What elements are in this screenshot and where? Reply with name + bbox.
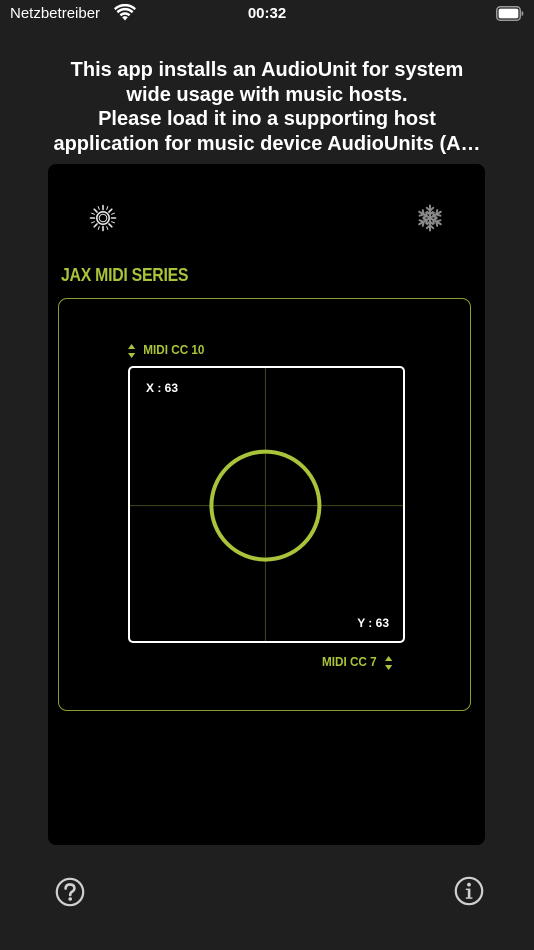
y-cc-label: MIDI CC 7 — [322, 654, 377, 669]
plugin-title: JAX MIDI SERIES — [61, 265, 189, 285]
x-cc-label: MIDI CC 10 — [143, 342, 205, 357]
stepper-icon — [128, 343, 136, 358]
y-cc-selector[interactable]: MIDI CC 7 — [322, 654, 392, 670]
message-line: Please load it ino a supporting host — [98, 108, 436, 130]
status-time: 00:32 — [247, 5, 287, 22]
snowflake-icon[interactable] — [416, 204, 444, 232]
y-value-readout: Y : 63 — [357, 616, 389, 630]
x-cc-selector[interactable]: MIDI CC 10 — [128, 342, 204, 358]
message-line: application for music device AudioUnits … — [53, 132, 481, 155]
xy-pad[interactable]: X : 63 Y : 63 — [128, 366, 405, 643]
status-bar: Netzbetreiber 00:32 — [0, 0, 534, 28]
stepper-icon — [384, 655, 392, 670]
battery-icon — [496, 6, 524, 21]
x-value-readout: X : 63 — [146, 381, 179, 395]
audiounit-panel: JAX MIDI SERIES MIDI CC 10 X : 63 Y : 63… — [48, 164, 485, 845]
install-info-message: This app installs an AudioUnit for syste… — [30, 58, 504, 156]
message-line: wide usage with music hosts. — [126, 83, 408, 106]
help-icon[interactable] — [55, 877, 85, 907]
message-line: This app installs an AudioUnit for syste… — [70, 59, 464, 81]
xy-controller-frame: MIDI CC 10 X : 63 Y : 63 MIDI CC 7 — [58, 298, 471, 711]
sun-icon[interactable] — [89, 204, 117, 232]
info-icon[interactable] — [454, 876, 484, 906]
xy-pad-canvas — [130, 368, 403, 641]
